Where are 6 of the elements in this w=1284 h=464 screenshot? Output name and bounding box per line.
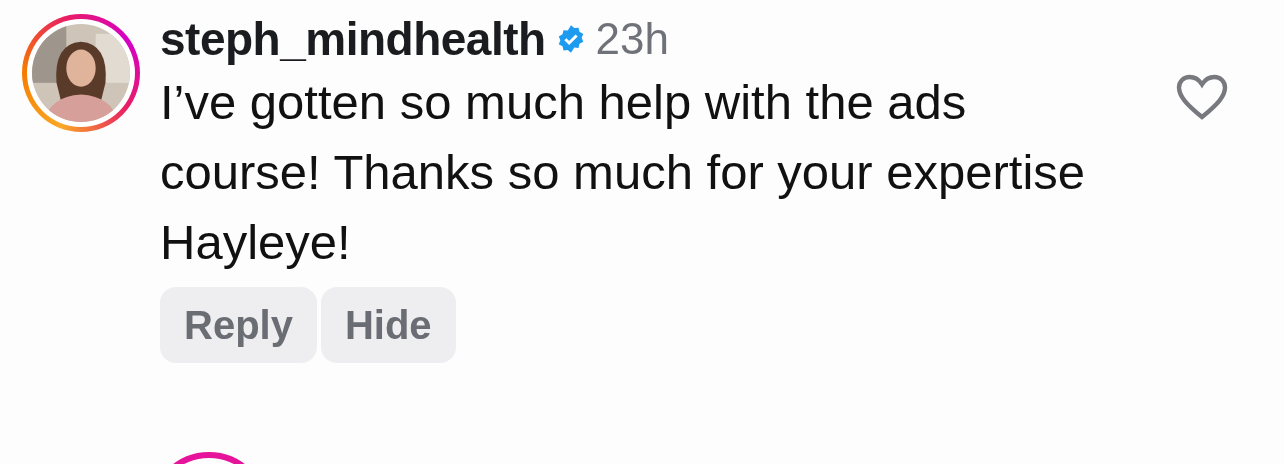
like-heart-icon[interactable] [1176,74,1228,120]
comment-action-button[interactable]: Reply [160,286,317,363]
comment-action-button[interactable]: Hide [320,286,456,363]
timestamp: 23h [595,15,670,64]
username[interactable]: steph_mindhealth [160,14,546,65]
comment-text: I’ve gotten so much help with the ads course! Thanks so much for your expertise Hayleye! [160,73,1087,271]
